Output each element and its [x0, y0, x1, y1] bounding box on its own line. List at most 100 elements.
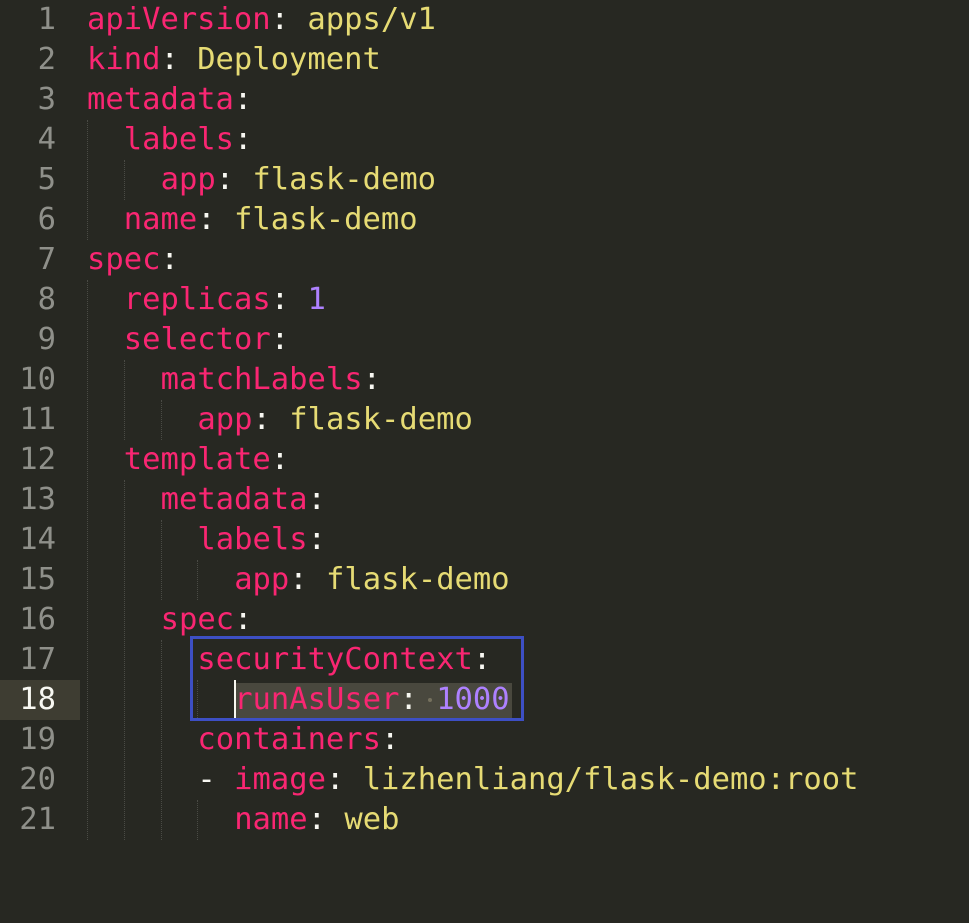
code-text: metadata:: [161, 480, 326, 520]
yaml-string-value: web: [344, 802, 400, 837]
line-number: 21: [19, 802, 56, 837]
line-number: 10: [19, 362, 56, 397]
code-line[interactable]: 21 name: web: [0, 800, 969, 840]
yaml-separator: :: [233, 82, 253, 117]
line-number: 5: [37, 162, 56, 197]
yaml-key: app: [234, 562, 290, 597]
annotation-highlight-box: [190, 636, 524, 721]
code-line[interactable]: 3 metadata:: [0, 80, 969, 120]
line-number: 16: [19, 602, 56, 637]
yaml-key: spec: [87, 242, 161, 277]
yaml-key: app: [160, 162, 216, 197]
yaml-separator: :: [252, 402, 290, 437]
yaml-separator: :: [307, 522, 326, 557]
line-number: 3: [37, 82, 56, 117]
code-text: app: flask-demo: [161, 160, 436, 200]
yaml-separator: :: [160, 42, 198, 77]
line-number: 18: [19, 682, 56, 717]
code-line[interactable]: 8 replicas: 1: [0, 280, 969, 320]
code-line[interactable]: 4 labels:: [0, 120, 969, 160]
yaml-key: metadata: [87, 82, 234, 117]
yaml-string-value: flask-demo: [326, 562, 510, 597]
code-line[interactable]: 7 spec:: [0, 240, 969, 280]
line-number: 15: [19, 562, 56, 597]
line-number: 6: [37, 202, 56, 237]
code-line[interactable]: 11 app: flask-demo: [0, 400, 969, 440]
code-line[interactable]: 1 apiVersion: apps/v1: [0, 0, 969, 40]
code-text: name: flask-demo: [124, 200, 418, 240]
code-text: spec:: [161, 600, 253, 640]
code-line[interactable]: 5 app: flask-demo: [0, 160, 969, 200]
yaml-string-value: flask-demo: [233, 202, 418, 237]
yaml-key: app: [197, 402, 253, 437]
line-number: 14: [19, 522, 56, 557]
line-number: 8: [37, 282, 56, 317]
yaml-key: apiVersion: [87, 2, 271, 37]
line-number: 2: [37, 42, 56, 77]
code-text: replicas: 1: [124, 280, 326, 320]
code-text: labels:: [124, 120, 253, 160]
yaml-number-value: 1: [307, 282, 326, 317]
yaml-string-value: lizhenliang/flask-demo:root: [362, 762, 859, 797]
code-text: selector:: [124, 320, 289, 360]
yaml-key: name: [234, 802, 308, 837]
yaml-key: kind: [87, 42, 161, 77]
yaml-key: name: [123, 202, 198, 237]
yaml-separator: :: [289, 562, 327, 597]
code-text: labels:: [197, 520, 326, 560]
code-line[interactable]: 10 matchLabels:: [0, 360, 969, 400]
yaml-separator: :: [362, 362, 381, 397]
line-number: 9: [37, 322, 56, 357]
yaml-key: containers: [197, 722, 382, 757]
yaml-separator: :: [215, 162, 253, 197]
line-number: 20: [19, 762, 56, 797]
code-text: template:: [124, 440, 289, 480]
yaml-key: image: [234, 762, 326, 797]
code-line[interactable]: 15 app: flask-demo: [0, 560, 969, 600]
list-dash: -: [197, 762, 235, 797]
code-editor[interactable]: 1 apiVersion: apps/v1 2 kind: Deployment 3 me…: [0, 0, 969, 923]
yaml-key: labels: [197, 522, 308, 557]
code-text: matchLabels:: [161, 360, 381, 400]
yaml-string-value: apps/v1: [307, 2, 436, 37]
code-line[interactable]: 9 selector:: [0, 320, 969, 360]
yaml-separator: :: [381, 722, 400, 757]
yaml-key: replicas: [123, 282, 271, 317]
line-number: 13: [19, 482, 56, 517]
code-line[interactable]: 12 template:: [0, 440, 969, 480]
yaml-key: template: [123, 442, 271, 477]
code-line[interactable]: 20 - image: lizhenliang/flask-demo:root: [0, 760, 969, 800]
yaml-string-value: flask-demo: [289, 402, 473, 437]
line-number: 12: [19, 442, 56, 477]
yaml-separator: :: [197, 202, 234, 237]
yaml-string-value: Deployment: [197, 42, 381, 77]
line-number: 4: [37, 122, 56, 157]
code-text: app: flask-demo: [197, 400, 472, 440]
yaml-key: labels: [123, 122, 234, 157]
yaml-separator: :: [307, 482, 326, 517]
line-number: 17: [19, 642, 56, 677]
yaml-separator: :: [160, 242, 179, 277]
line-number: 11: [19, 402, 56, 437]
code-line[interactable]: 19 containers:: [0, 720, 969, 760]
code-line[interactable]: 14 labels:: [0, 520, 969, 560]
yaml-separator: :: [270, 2, 308, 37]
yaml-separator: :: [307, 802, 345, 837]
code-text: metadata:: [87, 80, 252, 120]
code-line[interactable]: 13 metadata:: [0, 480, 969, 520]
yaml-string-value: flask-demo: [252, 162, 437, 197]
yaml-key: selector: [123, 322, 271, 357]
code-line[interactable]: 16 spec:: [0, 600, 969, 640]
code-text: name: web: [234, 800, 399, 840]
code-text: kind: Deployment: [87, 40, 381, 80]
code-text: - image: lizhenliang/flask-demo:root: [197, 760, 858, 800]
yaml-separator: :: [234, 602, 253, 637]
yaml-separator: :: [233, 122, 253, 157]
code-line[interactable]: 2 kind: Deployment: [0, 40, 969, 80]
code-text: spec:: [87, 240, 179, 280]
line-number: 7: [37, 242, 56, 277]
code-line[interactable]: 6 name: flask-demo: [0, 200, 969, 240]
yaml-key: matchLabels: [160, 362, 363, 397]
yaml-key: spec: [160, 602, 235, 637]
yaml-separator: :: [270, 322, 290, 357]
